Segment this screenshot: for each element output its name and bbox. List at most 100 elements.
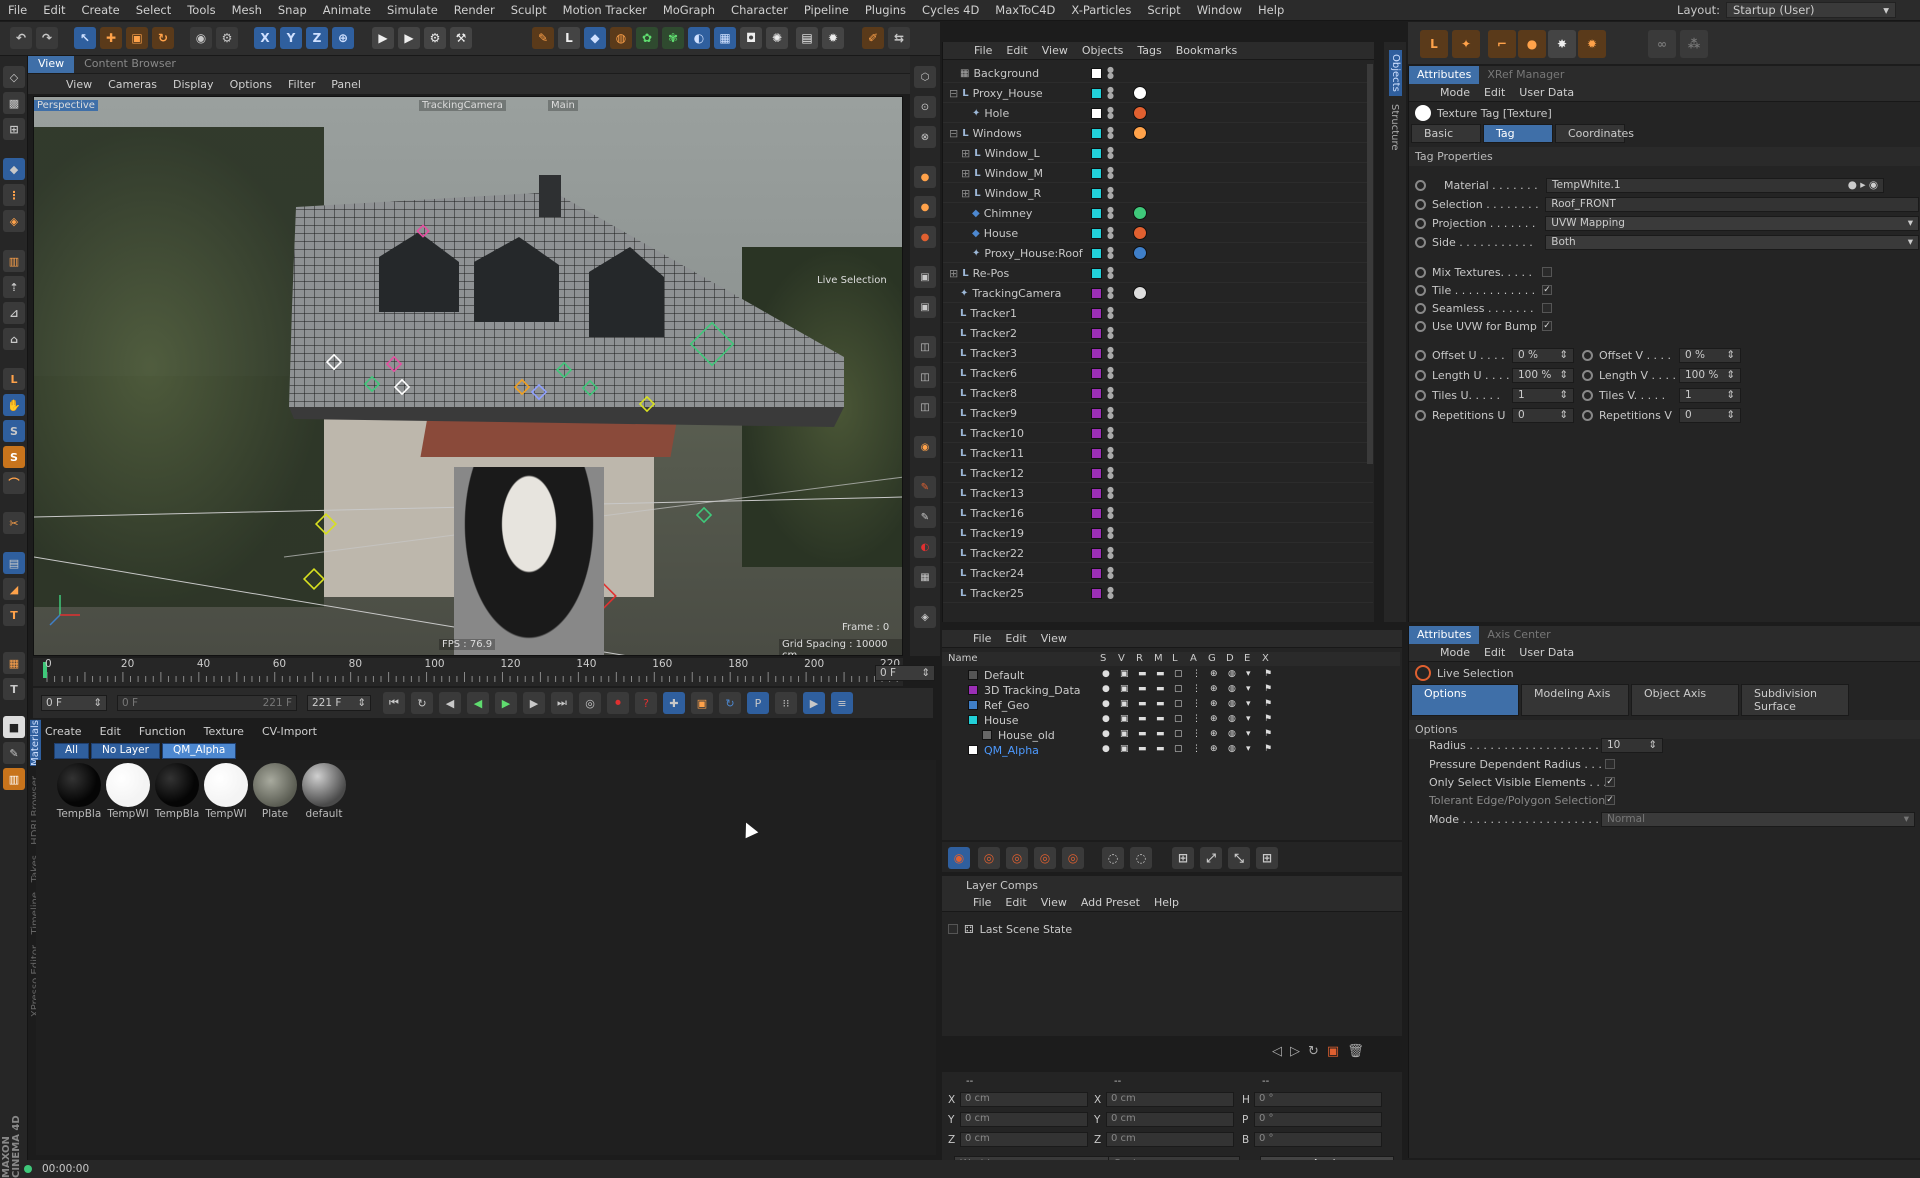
layer-header-x[interactable]: X [1262,653,1269,664]
layer-comps-menu-edit[interactable]: Edit [998,896,1033,909]
projection-dropdown[interactable]: UVW Mapping ▾ [1545,215,1919,231]
layer-flag-icon[interactable]: ▬ [1156,684,1165,694]
tweak-mode-icon[interactable]: ⊿ [3,302,25,324]
anim-radio-icon[interactable] [1415,179,1426,191]
mid-tool-12-icon[interactable]: ◉ [914,436,936,458]
cloth-icon[interactable]: ∞ [1648,30,1676,58]
layer-color-swatch[interactable] [968,745,978,755]
object-row-tracker25[interactable]: L Tracker25 ● ● [943,584,1373,603]
layer-color-swatch[interactable] [1091,447,1102,459]
layer-lock-icon[interactable]: ◎ [1062,847,1084,869]
expand-icon[interactable] [949,487,956,500]
layer-color-swatch[interactable] [1091,407,1102,419]
material-manager[interactable]: TempBla TempWl TempBla TempWl Plate default [36,760,936,1155]
layout-dropdown[interactable]: Startup (User) ▾ [1726,2,1896,18]
anim-radio-icon[interactable] [1415,217,1426,229]
anim-radio-icon[interactable] [1415,198,1426,210]
visibility-dots-icon[interactable]: ● ● [1107,346,1114,360]
menu-mesh[interactable]: Mesh [224,3,270,17]
object-row-tracker22[interactable]: L Tracker22 ● ● [943,544,1373,563]
layer-header-l[interactable]: L [1172,653,1178,664]
coord-value-field[interactable]: 0 cm [1106,1092,1234,1107]
object-row-tracker6[interactable]: L Tracker6 ● ● [943,364,1373,383]
viewport-menu-options[interactable]: Options [222,78,280,91]
l-object-icon[interactable]: L [1420,30,1448,58]
viewport-menu-display[interactable]: Display [165,78,222,91]
prev-comp-icon[interactable]: ◁ [1272,1044,1282,1059]
pair-field-1[interactable]: 0 ⇕ [1512,407,1574,423]
object-row-tracker10[interactable]: L Tracker10 ● ● [943,424,1373,443]
side-dropdown[interactable]: Both ▾ [1545,234,1919,250]
layer-color-swatch[interactable] [1091,267,1102,279]
anim-radio-icon[interactable] [1415,284,1426,296]
perspective-viewport[interactable]: Perspective TrackingCamera Main Live Sel… [33,96,903,656]
layer-color-swatch[interactable] [1091,347,1102,359]
render-settings-button[interactable]: ⚙ [424,27,446,49]
object-row-background[interactable]: ▦ Background ● ● [943,64,1373,83]
start-frame-field[interactable]: 0 F ⇕ [41,695,107,711]
layer-manager-icon[interactable]: ◎ [1034,847,1056,869]
layer-comps-menu-help[interactable]: Help [1147,896,1186,909]
layer-comps-menu-add-preset[interactable]: Add Preset [1074,896,1147,909]
anim-radio-icon[interactable] [1582,389,1593,401]
light-object-button[interactable]: ✺ [766,27,788,49]
cloner-object-button[interactable]: ✾ [662,27,684,49]
visibility-dots-icon[interactable]: ● ● [1107,466,1114,480]
layer-flag-icon[interactable]: ● [1102,669,1110,679]
material-tab-all[interactable]: All [54,743,90,759]
z-axis-button[interactable]: Z [306,27,328,49]
visibility-dots-icon[interactable]: ● ● [1107,586,1114,600]
material-menu-create[interactable]: Create [36,725,91,738]
visibility-dots-icon[interactable]: ● ● [1107,386,1114,400]
tag-icon[interactable] [1133,86,1147,100]
snapping-icon[interactable]: ⌂ [3,328,25,350]
layer-flag-icon[interactable]: ⚑ [1264,684,1272,694]
expand-icon[interactable] [949,467,956,480]
layer-header-r[interactable]: R [1136,653,1143,664]
object-row-tracker12[interactable]: L Tracker12 ● ● [943,464,1373,483]
hand-tool-icon[interactable]: ✋ [3,394,25,416]
visibility-dots-icon[interactable]: ● ● [1107,486,1114,500]
layer-flag-icon[interactable]: ▬ [1138,699,1147,709]
pair-field-2[interactable]: 0 % ⇕ [1679,347,1741,363]
layer-comps-menu-view[interactable]: View [1034,896,1074,909]
tag-icon[interactable] [1133,226,1147,240]
layer-comps-menu-file[interactable]: File [966,896,998,909]
material-swatch[interactable]: TempBla [56,762,102,820]
loop-icon[interactable]: ↻ [411,692,433,714]
subtab-subdivision-surface[interactable]: Subdivision Surface [1741,684,1849,716]
material-swatch[interactable]: default [301,762,347,820]
anim-radio-icon[interactable] [1415,389,1426,401]
record-active-icon[interactable]: ⏺ [607,692,629,714]
layer-flag-icon[interactable]: ◍ [1228,669,1236,679]
object-row-window-m[interactable]: ⊞ L Window_M ● ● [943,164,1373,183]
t-tool-icon[interactable]: T [3,678,25,700]
text-tool-icon[interactable]: T [3,604,25,626]
visibility-dots-icon[interactable]: ● ● [1107,426,1114,440]
viewport-menu-cameras[interactable]: Cameras [100,78,165,91]
expand-icon[interactable] [949,327,956,340]
layer-flag-icon[interactable]: ⊕ [1210,699,1218,709]
menu-simulate[interactable]: Simulate [379,3,446,17]
tag-icon[interactable] [1133,206,1147,220]
viewport-menu-filter[interactable]: Filter [280,78,323,91]
object-menu-edit[interactable]: Edit [999,44,1034,57]
layer-flag-icon[interactable]: ▾ [1246,669,1251,679]
object-scrollbar[interactable] [1367,64,1373,464]
layer-flag-icon[interactable]: ▾ [1246,714,1251,724]
layer-color-swatch[interactable] [1091,147,1102,159]
expand-icon[interactable] [949,67,956,80]
layer-flag-icon[interactable]: ⚑ [1264,729,1272,739]
layer-tool-icon[interactable]: ▤ [3,552,25,574]
layer-flag-icon[interactable]: ⊕ [1210,684,1218,694]
axis-mode-icon[interactable]: ⇡ [3,276,25,298]
expand-icon[interactable] [961,107,968,120]
layer-flag-icon[interactable]: ▬ [1156,729,1165,739]
material-menu-cv-import[interactable]: CV-Import [253,725,326,738]
layer-row-default[interactable]: Default ● ▣ ▬ ▬ ▢ ⋮ ⊕ ◍ ▾ ⚑ [942,668,1400,683]
layer-flag-icon[interactable]: ▬ [1156,669,1165,679]
object-row-tracker24[interactable]: L Tracker24 ● ● [943,564,1373,583]
layer-header-s[interactable]: S [1100,653,1106,664]
layer-color-swatch[interactable] [1091,507,1102,519]
layer-flag-icon[interactable]: ▢ [1174,684,1183,694]
